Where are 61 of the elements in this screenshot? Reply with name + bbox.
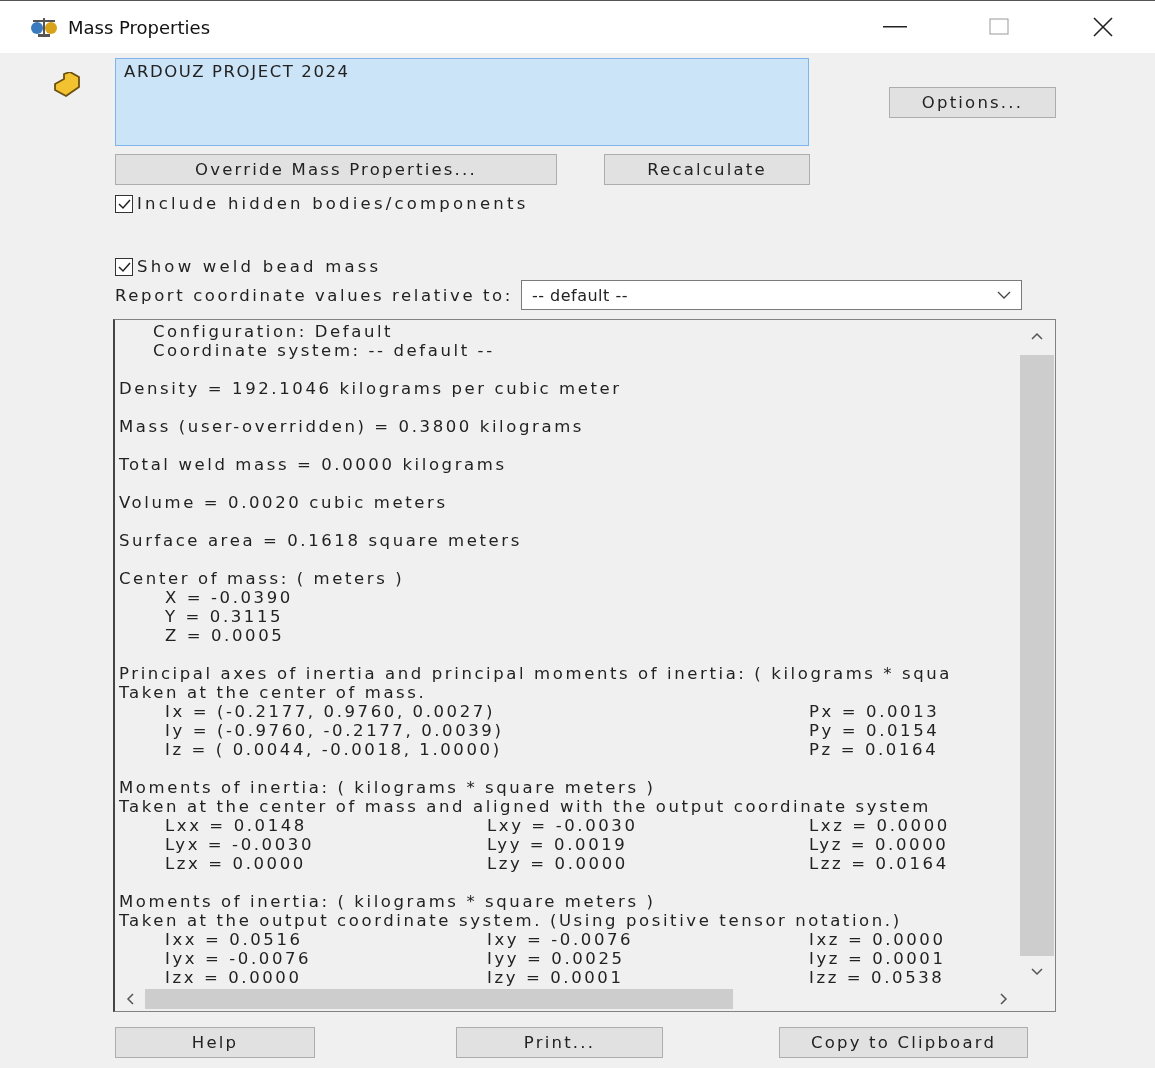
minimize-icon [883,25,907,29]
checkbox-label: Include hidden bodies/components [137,194,529,213]
copy-button[interactable]: Copy to Clipboard [779,1027,1028,1058]
print-button[interactable]: Print... [456,1027,663,1058]
report-value: Izx = 0.0000 [165,968,303,987]
close-icon [1092,16,1114,38]
override-button[interactable]: Override Mass Properties... [115,154,557,185]
report-line: Taken at the center of mass and aligned with the output coordinate system [119,797,932,816]
report-line: Principal axes of inertia and principal moments of inertia: ( kilograms * squa [119,664,954,683]
report-line: Moments of inertia: ( kilograms * square meters ) [119,892,657,911]
report-value: Pz = 0.0164 [809,740,940,759]
report-value: Izz = 0.0538 [809,968,946,987]
recalculate-button[interactable]: Recalculate [604,154,810,185]
report-value: Lyy = 0.0019 [487,835,629,854]
coordinate-dropdown[interactable]: -- default -- [520,280,1022,310]
coordinate-label: Report coordinate values relative to: [115,285,513,305]
report-line: Moments of inertia: ( kilograms * square meters ) [119,778,657,797]
report-value: Ixy = -0.0076 [487,930,635,949]
report-value: Iy = (-0.9760, -0.2177, 0.0039) [165,721,505,740]
report-value: Lyx = -0.0030 [165,835,315,854]
part-icon [52,72,82,98]
report-line: Surface area = 0.1618 square meters [119,531,523,550]
report-value: Iyz = 0.0001 [809,949,947,968]
report-value: Ixx = 0.0516 [165,930,304,949]
selection-field[interactable]: ARDOUZ PROJECT 2024 [115,58,809,146]
chevron-down-icon [996,291,1011,299]
report-value: Ix = (-0.2177, 0.9760, 0.0027) [165,702,496,721]
report-value: Lxx = 0.0148 [165,816,308,835]
report-line: Density = 192.1046 kilograms per cubic meter [119,379,623,398]
report-value: Lzz = 0.0164 [809,854,950,873]
maximize-icon [989,18,1009,36]
window-title: Mass Properties [68,16,211,38]
report-line: Taken at the center of mass. [119,683,428,702]
report-value: Lyz = 0.0000 [809,835,950,854]
report-line: Center of mass: ( meters ) [119,569,406,588]
report-line: Total weld mass = 0.0000 kilograms [119,455,508,474]
checkbox[interactable] [115,257,133,276]
report-value: Lxz = 0.0000 [809,816,951,835]
report-value: Py = 0.0154 [809,721,941,740]
checkbox-label: Show weld bead mass [137,257,382,276]
report-value: Iyy = 0.0025 [487,949,626,968]
options-button[interactable]: Options... [889,87,1056,118]
report-line: Volume = 0.0020 cubic meters [119,493,449,512]
help-button[interactable]: Help [115,1027,315,1058]
report-value: Ixz = 0.0000 [809,930,947,949]
report-line: Taken at the output coordinate system. (Using positive tensor notation.) [119,911,903,930]
report-line: Coordinate system: -- default -- [152,341,496,360]
report-line: Mass (user-overridden) = 0.3800 kilograms [119,417,586,436]
report-value: X = -0.0390 [165,588,294,607]
report-value: Z = 0.0005 [165,626,286,645]
report-value: Iz = ( 0.0044, -0.0018, 1.0000) [165,740,503,759]
balance-scale-icon [30,16,58,38]
report-value: Lxy = -0.0030 [487,816,639,835]
report-value: Px = 0.0013 [809,702,941,721]
report-value: Lzx = 0.0000 [165,854,307,873]
report-line: Configuration: Default [152,322,395,341]
report-value: Izy = 0.0001 [487,968,625,987]
checkbox[interactable] [115,194,133,213]
report-value: Y = 0.3115 [165,607,285,626]
report-value: Lzy = 0.0000 [487,854,629,873]
report-value: Iyx = -0.0076 [165,949,313,968]
